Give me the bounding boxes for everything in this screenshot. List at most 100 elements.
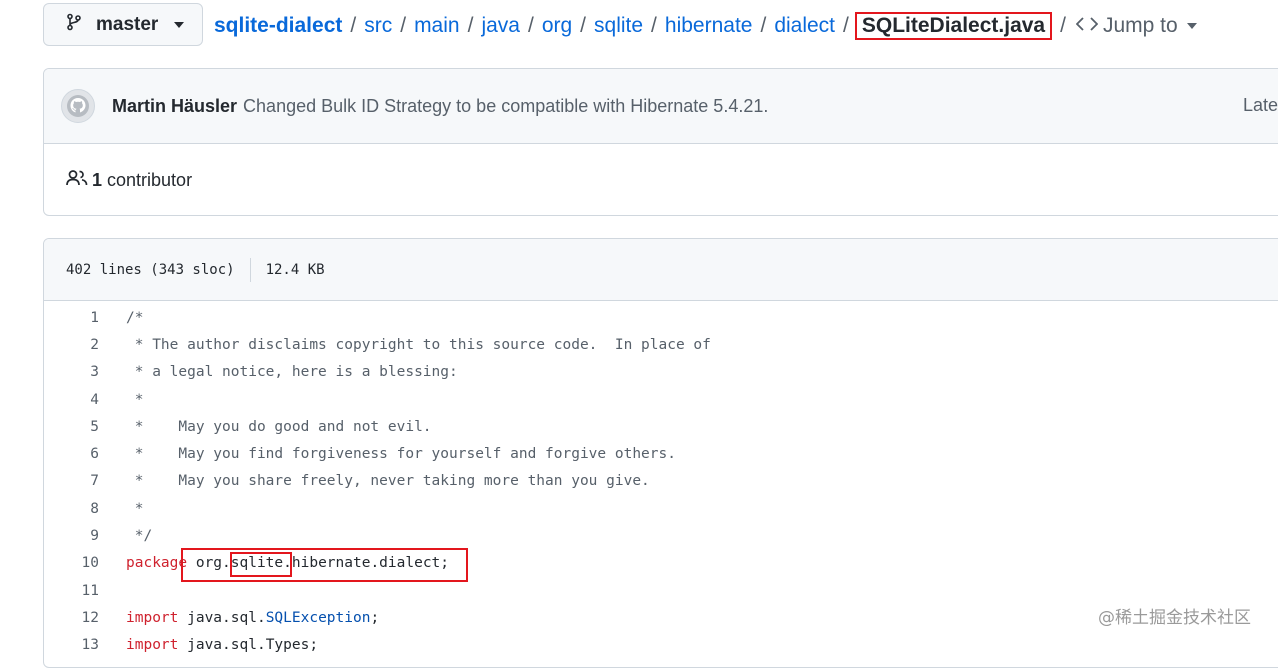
breadcrumb-dir-link[interactable]: src <box>364 14 392 38</box>
header-divider <box>249 257 251 282</box>
code-token: * The author disclaims copyright to this… <box>126 336 711 353</box>
code-line: 9 */ <box>44 522 1278 549</box>
breadcrumb-dir-link[interactable]: main <box>414 14 460 38</box>
commit-message-link[interactable]: Changed Bulk ID Strategy to be compatibl… <box>243 96 768 117</box>
file-info-header: 402 lines (343 sloc) 12.4 KB <box>44 239 1278 301</box>
line-number[interactable]: 12 <box>44 610 99 626</box>
branch-label: master <box>96 13 159 35</box>
code-token: * <box>126 391 144 408</box>
breadcrumb-separator: / <box>400 14 407 37</box>
code-line-content: * <box>126 500 144 517</box>
code-line-content: import java.sql.Types; <box>126 637 318 653</box>
line-number[interactable]: 7 <box>44 473 99 489</box>
code-line-content: * May you do good and not evil. <box>126 419 432 435</box>
breadcrumb-dir-link[interactable]: sqlite <box>594 14 643 38</box>
code-token: ; <box>370 609 380 626</box>
code-line: 3 * a legal notice, here is a blessing: <box>44 359 1278 386</box>
breadcrumb-dir-link[interactable]: hibernate <box>665 14 753 38</box>
code-token: SQLException <box>265 609 371 626</box>
code-line: 2 * The author disclaims copyright to th… <box>44 331 1278 358</box>
git-branch-icon <box>66 13 82 36</box>
latest-commit-row: Martin Häusler Changed Bulk ID Strategy … <box>44 69 1278 144</box>
breadcrumb-dir-link[interactable]: org <box>542 14 572 38</box>
jump-to-label: Jump to <box>1102 14 1178 37</box>
watermark-text: @稀土掘金技术社区 <box>1098 608 1251 628</box>
file-size: 12.4 KB <box>265 261 325 278</box>
line-number[interactable]: 4 <box>44 392 99 408</box>
file-line-count: 402 lines (343 sloc) <box>66 261 235 278</box>
code-line: 12 import java.sql.SQLException; <box>44 604 1278 631</box>
chevron-down-icon <box>1186 23 1197 29</box>
code-token: import <box>126 637 179 654</box>
file-viewer: 402 lines (343 sloc) 12.4 KB 1 /* 2 * The … <box>43 238 1278 668</box>
line-number[interactable]: 1 <box>44 310 99 326</box>
code-line: 1 /* <box>44 304 1278 331</box>
line-number[interactable]: 5 <box>44 419 99 435</box>
code-token: * <box>126 500 144 517</box>
line-number[interactable]: 2 <box>44 337 99 353</box>
code-token: sqlite <box>230 555 284 572</box>
commit-author-link[interactable]: Martin Häusler <box>112 96 237 117</box>
line-number[interactable]: 9 <box>44 528 99 544</box>
code-token: */ <box>126 528 153 545</box>
jump-to-button[interactable]: Jump to <box>1075 14 1197 38</box>
code-token: * May you do good and not evil. <box>126 418 432 435</box>
breadcrumb-separator: / <box>467 14 474 37</box>
chevron-down-icon <box>174 21 185 28</box>
code-token: /* <box>126 309 144 326</box>
branch-selector-button[interactable]: master <box>43 3 203 46</box>
code-line-content: /* <box>126 310 143 326</box>
code-line-content: * a legal notice, here is a blessing: <box>126 364 458 380</box>
github-octocat-icon <box>67 95 89 117</box>
breadcrumb-dir-link[interactable]: java <box>481 14 520 38</box>
code-token: java.sql.Types; <box>178 637 319 654</box>
code-line: 10 package org.sqlite.hibernate.dialect; <box>44 550 1278 577</box>
code-line-content: * <box>126 391 144 408</box>
code-line: 7 * May you share freely, never taking m… <box>44 468 1278 495</box>
line-number[interactable]: 13 <box>44 637 99 653</box>
latest-commit-label: Late <box>1243 95 1278 115</box>
code-line-content: * The author disclaims copyright to this… <box>126 337 711 353</box>
breadcrumb-separator: / <box>1060 14 1066 37</box>
code-line: 8 * <box>44 495 1278 522</box>
breadcrumb-separator: / <box>580 14 587 37</box>
code-line-content: * May you find forgiveness for yourself … <box>126 446 676 462</box>
contributor-label: contributor <box>107 170 193 190</box>
avatar[interactable] <box>61 89 95 123</box>
code-line: 5 * May you do good and not evil. <box>44 413 1278 440</box>
line-number[interactable]: 6 <box>44 446 99 462</box>
code-line-content: import java.sql.SQLException; <box>126 610 379 626</box>
breadcrumb-separator: / <box>350 14 357 37</box>
breadcrumb-dir-link[interactable]: dialect <box>774 14 835 38</box>
code-token: * a legal notice, here is a blessing: <box>126 364 458 381</box>
line-number[interactable]: 11 <box>44 583 99 599</box>
code-line-content: * May you share freely, never taking mor… <box>126 473 650 489</box>
breadcrumb: sqlite-dialect / src / main / java / org… <box>214 9 1197 43</box>
breadcrumb-separator: / <box>651 14 657 37</box>
code-line-content: package org.sqlite.hibernate.dialect; <box>126 555 449 571</box>
code-icon <box>1075 14 1099 38</box>
code-line-content: */ <box>126 528 152 544</box>
people-icon <box>66 169 88 192</box>
contributors-row[interactable]: 1 contributor <box>44 144 1278 215</box>
code-line: 4 * <box>44 386 1278 413</box>
line-number[interactable]: 10 <box>44 555 99 571</box>
code-line: 11 <box>44 577 1278 604</box>
code-token: org. <box>187 555 231 572</box>
breadcrumb-separator: / <box>760 14 767 37</box>
code-line: 13 import java.sql.Types; <box>44 632 1278 659</box>
code-token: .hibernate.dialect; <box>283 555 450 572</box>
code-token: package <box>126 555 188 572</box>
breadcrumb-separator: / <box>843 14 849 37</box>
line-number[interactable]: 8 <box>44 501 99 517</box>
breadcrumb-separator: / <box>527 14 534 37</box>
latest-commit-box: Martin Häusler Changed Bulk ID Strategy … <box>43 68 1278 216</box>
breadcrumb-current-file: SQLiteDialect.java <box>854 12 1053 40</box>
code-token: java.sql. <box>178 609 266 626</box>
code-token: import <box>126 609 179 626</box>
code-token: * May you share freely, never taking mor… <box>126 473 650 490</box>
breadcrumb-repo-link[interactable]: sqlite-dialect <box>214 14 342 38</box>
line-number[interactable]: 3 <box>44 364 99 380</box>
contributor-count: 1 <box>92 170 103 190</box>
code-line: 6 * May you find forgiveness for yoursel… <box>44 440 1278 467</box>
